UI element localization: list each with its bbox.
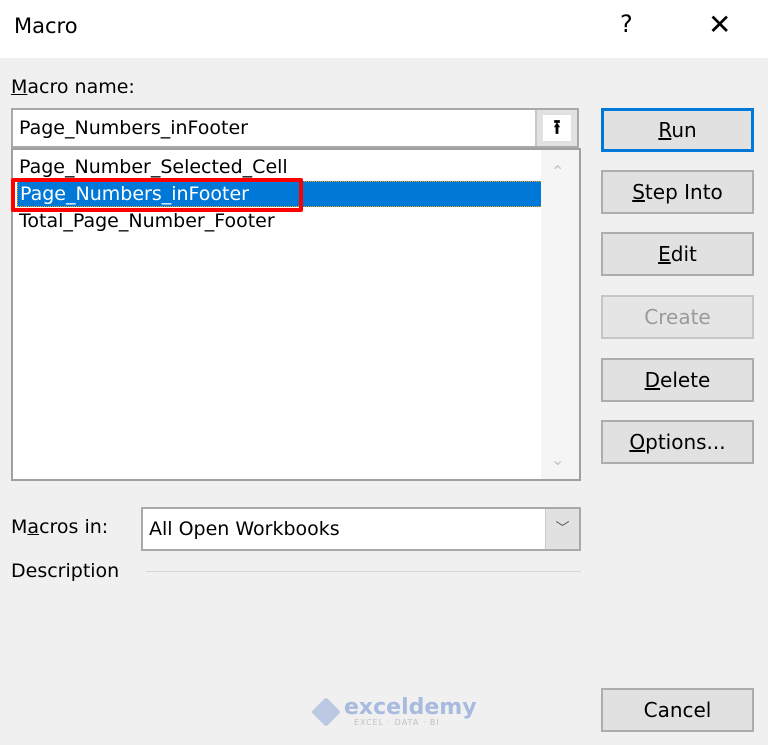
mnemonic: E xyxy=(658,242,671,266)
mnemonic: R xyxy=(658,118,672,142)
list-item[interactable]: Page_Number_Selected_Cell xyxy=(19,154,288,180)
button-label: elete xyxy=(660,368,711,392)
button-label: dit xyxy=(670,242,697,266)
button-label: un xyxy=(671,118,697,142)
cancel-button[interactable]: Cancel xyxy=(601,688,754,732)
create-button[interactable]: Create xyxy=(601,295,754,339)
options-button[interactable]: Options... xyxy=(601,420,754,464)
list-item-selected[interactable]: Page_Numbers_inFooter xyxy=(17,181,545,207)
list-item[interactable]: Total_Page_Number_Footer xyxy=(19,208,275,234)
chevron-down-icon[interactable]: ﹀ xyxy=(545,509,579,549)
watermark-name: exceldemy xyxy=(344,695,477,720)
mnemonic: a xyxy=(27,516,40,538)
label-text: cros in: xyxy=(39,516,109,538)
step-into-button[interactable]: Step Into xyxy=(601,170,754,214)
selected-value: All Open Workbooks xyxy=(149,518,340,540)
watermark: exceldemy EXCEL · DATA · BI xyxy=(311,695,477,727)
mnemonic: S xyxy=(632,180,645,204)
description-label: Description xyxy=(11,560,120,582)
list-scrollbar[interactable]: ⌃ ⌄ xyxy=(541,150,579,479)
scroll-down-icon[interactable]: ⌄ xyxy=(551,450,564,469)
dialog-title: Macro xyxy=(14,14,78,38)
label-text: acro name: xyxy=(27,76,135,98)
upload-button[interactable]: ⭱ xyxy=(535,110,577,146)
watermark-tagline: EXCEL · DATA · BI xyxy=(354,718,440,727)
run-button[interactable]: Run xyxy=(601,108,754,152)
description-divider xyxy=(146,571,581,572)
macros-in-label: Macros in: xyxy=(11,516,108,538)
title-bar: Macro ? ✕ xyxy=(0,0,768,58)
scroll-up-icon[interactable]: ⌃ xyxy=(551,162,564,181)
mnemonic: M xyxy=(11,76,28,98)
mnemonic: D xyxy=(644,368,661,392)
macro-name-input[interactable] xyxy=(19,117,529,139)
mnemonic: O xyxy=(629,430,646,454)
edit-button[interactable]: Edit xyxy=(601,232,754,276)
help-icon[interactable]: ? xyxy=(620,10,633,38)
macros-in-select[interactable]: All Open Workbooks ﹀ xyxy=(141,507,581,551)
close-icon[interactable]: ✕ xyxy=(708,8,731,41)
macro-name-label: Macro name: xyxy=(11,76,135,98)
arrow-up-icon: ⭱ xyxy=(543,115,571,141)
macro-list[interactable]: Page_Number_Selected_Cell Page_Numbers_i… xyxy=(11,148,581,481)
delete-button[interactable]: Delete xyxy=(601,358,754,402)
button-label: tep Into xyxy=(644,180,723,204)
macro-name-field[interactable]: ⭱ xyxy=(11,108,579,148)
button-label: ptions... xyxy=(645,430,726,454)
exceldemy-logo-icon xyxy=(311,697,341,727)
label-text: M xyxy=(11,516,28,538)
